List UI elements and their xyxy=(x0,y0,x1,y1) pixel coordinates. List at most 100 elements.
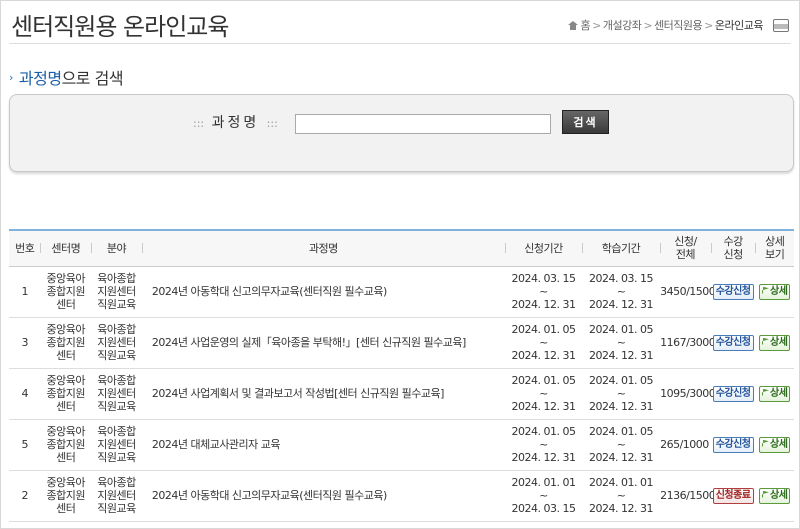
study-start: 2024. 01. 05 xyxy=(589,374,654,387)
cell-center: 중앙육아 종합지원 센터 xyxy=(40,419,92,471)
cell-field: 육아종합 지원센터 직원교육 xyxy=(91,266,142,318)
cell-course-title[interactable]: 2024년 아동학대 신고의무자교육(센터직원 필수교육) xyxy=(141,266,505,318)
detail-label: 상세 xyxy=(770,438,788,450)
detail-button[interactable]: 상세 xyxy=(759,487,791,504)
cell-enroll: 수강신청 xyxy=(710,317,756,369)
study-end: 2024. 12. 31 xyxy=(589,298,654,311)
section-title-rest: 으로 검색 xyxy=(61,69,124,88)
cell-study-period: 2024. 01. 01 ~2024. 12. 31 xyxy=(582,470,661,522)
period-tilde: ~ xyxy=(616,387,626,400)
study-end: 2024. 12. 31 xyxy=(589,349,654,362)
study-start: 2024. 03. 15 xyxy=(589,272,654,285)
cell-field: 육아종합 지원센터 직원교육 xyxy=(91,419,142,471)
flag-icon xyxy=(762,388,769,396)
cell-course-title[interactable]: 2024년 사업운영의 실제「육아종을 부탁해!」[센터 신규직원 필수교육] xyxy=(141,317,505,369)
col-no: 번호 xyxy=(9,231,41,267)
home-icon[interactable] xyxy=(567,20,578,30)
section-title-highlight: 과정명 xyxy=(18,69,62,88)
enroll-status-button[interactable]: 수강신청 xyxy=(712,334,754,351)
cell-count: 265/1000 xyxy=(660,419,711,471)
course-search-input[interactable] xyxy=(295,114,551,134)
search-button[interactable]: 검색 xyxy=(562,110,609,134)
cell-detail: 상세 xyxy=(755,419,794,471)
cell-center: 중앙육아 종합지원 센터 xyxy=(40,368,92,420)
period-tilde: ~ xyxy=(616,336,626,349)
search-label-text: 과정명 xyxy=(211,115,260,131)
period-tilde: ~ xyxy=(539,438,548,451)
flag-icon xyxy=(762,490,769,498)
cell-field: 육아종합 지원센터 직원교육 xyxy=(91,470,142,522)
cell-study-period: 2024. 01. 05 ~2024. 12. 31 xyxy=(582,368,661,420)
flag-icon xyxy=(762,337,769,345)
apply-end: 2024. 12. 31 xyxy=(511,349,576,362)
table-row: 3 중앙육아 종합지원 센터 육아종합 지원센터 직원교육 2024년 사업운영의 실… xyxy=(9,317,794,369)
arrow-icon: › xyxy=(9,70,13,84)
detail-button[interactable]: 상세 xyxy=(759,385,791,402)
cell-course-title[interactable]: 2024년 사업계획서 및 결과보고서 작성법[센터 신규직원 필수교육] xyxy=(141,368,505,420)
study-start: 2024. 01. 05 xyxy=(589,425,654,438)
page-title: 센터직원용 온라인교육 xyxy=(11,13,229,41)
breadcrumb-current: 온라인교육 xyxy=(714,19,764,32)
table-row: 4 중앙육아 종합지원 센터 육아종합 지원센터 직원교육 2024년 사업계획서 및… xyxy=(9,368,794,420)
cell-no: 5 xyxy=(9,419,41,471)
flag-icon xyxy=(762,286,769,294)
cell-study-period: 2024. 01. 05 ~2024. 12. 31 xyxy=(582,419,661,471)
period-tilde: ~ xyxy=(539,285,548,298)
col-course: 과정명 xyxy=(141,231,505,267)
apply-end: 2024. 03. 15 xyxy=(511,502,576,515)
apply-start: 2024. 01. 05 xyxy=(511,374,576,387)
detail-button[interactable]: 상세 xyxy=(759,436,791,453)
cell-field: 육아종합 지원센터 직원교육 xyxy=(91,317,142,369)
cell-apply-period: 2024. 01. 05 ~2024. 12. 31 xyxy=(504,317,582,369)
apply-end: 2024. 12. 31 xyxy=(511,298,576,311)
course-table: 번호 센터명 분야 과정명 신청기간 학습기간 신청/ 전체 수강 신청 상세 … xyxy=(9,229,794,522)
cell-study-period: 2024. 01. 05 ~2024. 12. 31 xyxy=(582,317,661,369)
cell-count: 3450/15000 xyxy=(660,266,722,318)
cell-detail: 상세 xyxy=(755,368,794,420)
study-start: 2024. 01. 05 xyxy=(589,323,654,336)
search-section-title: › 과정명 으로 검색 xyxy=(9,65,124,89)
cell-apply-period: 2024. 01. 05 ~2024. 12. 31 xyxy=(504,368,582,420)
breadcrumb-staff[interactable]: 센터직원용 xyxy=(654,17,703,33)
breadcrumb-separator: > xyxy=(704,18,713,32)
cell-no: 1 xyxy=(9,266,41,318)
table-header-row: 번호 센터명 분야 과정명 신청기간 학습기간 신청/ 전체 수강 신청 상세 … xyxy=(9,231,794,267)
col-field: 분야 xyxy=(91,231,142,267)
cell-count: 1167/3000 xyxy=(660,317,716,369)
cell-center: 중앙육아 종합지원 센터 xyxy=(40,317,92,369)
detail-button[interactable]: 상세 xyxy=(759,283,791,300)
col-count: 신청/ 전체 xyxy=(660,231,711,267)
cell-course-title[interactable]: 2024년 대체교사관리자 교육 xyxy=(141,419,505,471)
cell-count: 2136/15000 xyxy=(660,470,722,522)
breadcrumb-home[interactable]: 홈 xyxy=(581,17,591,33)
cell-detail: 상세 xyxy=(755,317,794,369)
apply-start: 2024. 01. 01 xyxy=(511,476,576,489)
flag-icon xyxy=(762,439,769,447)
detail-label: 상세 xyxy=(770,489,788,501)
apply-start: 2024. 03. 15 xyxy=(511,272,576,285)
period-tilde: ~ xyxy=(616,285,626,298)
print-icon[interactable] xyxy=(773,18,789,32)
table-row: 2 중앙육아 종합지원 센터 육아종합 지원센터 직원교육 2024년 아동학대 신고… xyxy=(9,470,794,522)
search-label-dots-right: ::: xyxy=(266,117,278,130)
enroll-status-button[interactable]: 수강신청 xyxy=(712,385,754,402)
cell-detail: 상세 xyxy=(755,470,794,522)
detail-label: 상세 xyxy=(770,387,788,399)
cell-no: 4 xyxy=(9,368,41,420)
cell-enroll: 수강신청 xyxy=(710,368,756,420)
cell-apply-period: 2024. 01. 01 ~2024. 03. 15 xyxy=(504,470,582,522)
enroll-status-button[interactable]: 신청종료 xyxy=(712,487,754,504)
col-detail: 상세 보기 xyxy=(755,231,794,267)
period-tilde: ~ xyxy=(539,489,548,502)
enroll-status-button[interactable]: 수강신청 xyxy=(712,436,754,453)
enroll-status-button[interactable]: 수강신청 xyxy=(712,283,754,300)
cell-no: 2 xyxy=(9,470,41,522)
table-row: 1 중앙육아 종합지원 센터 육아종합 지원센터 직원교육 2024년 아동학대 신고… xyxy=(9,266,794,318)
cell-field: 육아종합 지원센터 직원교육 xyxy=(91,368,142,420)
breadcrumb: 홈 > 개설강좌 > 센터직원용 > 온라인교육 xyxy=(567,17,789,33)
cell-course-title[interactable]: 2024년 아동학대 신고의무자교육(센터직원 필수교육) xyxy=(141,470,505,522)
detail-button[interactable]: 상세 xyxy=(759,334,791,351)
breadcrumb-courses[interactable]: 개설강좌 xyxy=(603,17,642,33)
detail-label: 상세 xyxy=(770,285,788,297)
apply-start: 2024. 01. 05 xyxy=(511,425,576,438)
